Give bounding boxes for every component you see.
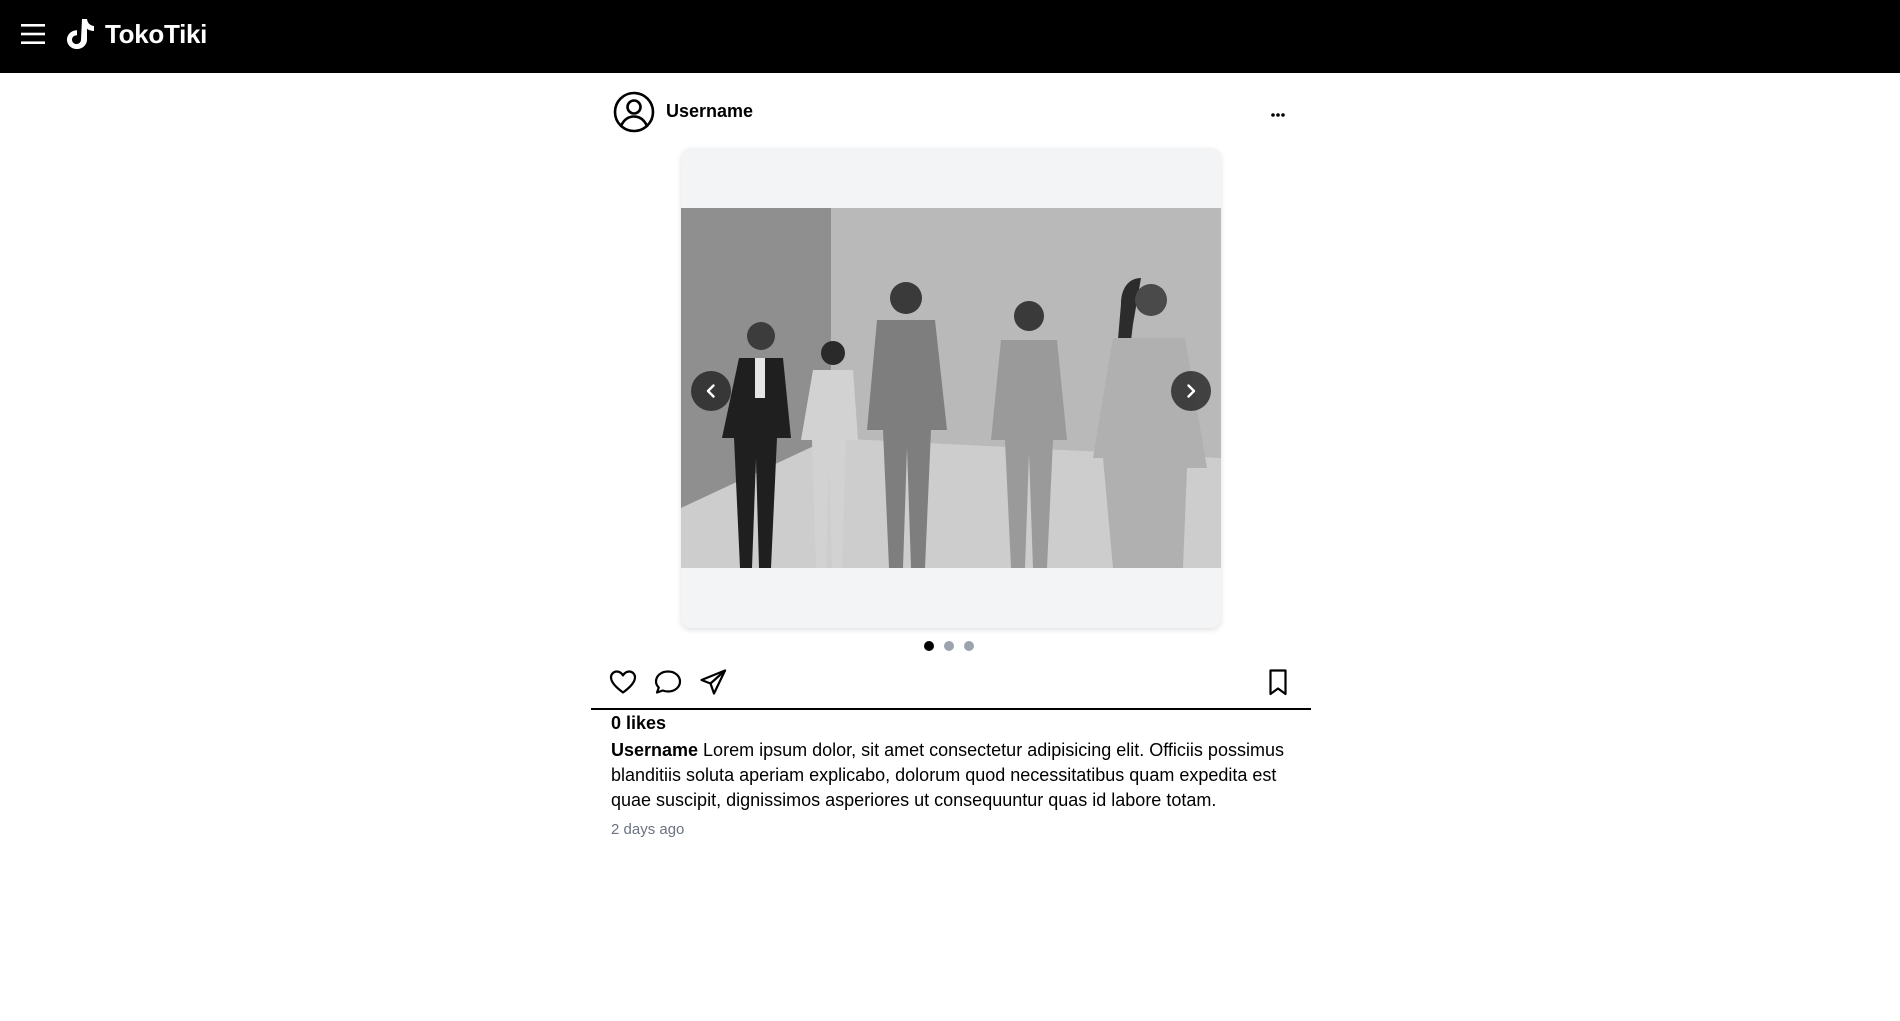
paper-plane-icon[interactable] [698, 667, 728, 697]
carousel-prev-button[interactable] [691, 371, 731, 411]
divider [591, 708, 1311, 710]
post-image [681, 208, 1221, 568]
heart-icon[interactable] [608, 667, 638, 697]
post-header: Username [591, 73, 1311, 147]
image-carousel[interactable] [681, 148, 1221, 628]
likes-count[interactable]: 0 likes [611, 713, 666, 734]
carousel-dot-3[interactable] [964, 641, 974, 651]
caption-username[interactable]: Username [611, 740, 698, 760]
post-timestamp: 2 days ago [611, 821, 685, 838]
bookmark-icon[interactable] [1263, 667, 1293, 697]
post-caption: Username Lorem ipsum dolor, sit amet con… [611, 738, 1291, 813]
carousel-indicators [924, 641, 974, 651]
comment-icon[interactable] [653, 667, 683, 697]
top-navbar: TokoTiki [0, 0, 1900, 73]
carousel-dot-1[interactable] [924, 641, 934, 651]
chevron-left-icon [706, 384, 715, 398]
more-icon[interactable] [1263, 99, 1293, 123]
app-name: TokoTiki [105, 18, 208, 49]
brand[interactable]: TokoTiki [66, 14, 207, 54]
caption-text: Lorem ipsum dolor, sit amet consectetur … [611, 740, 1284, 810]
chevron-right-icon [1187, 384, 1196, 398]
hamburger-icon[interactable] [21, 22, 45, 46]
user-circle-icon[interactable] [613, 91, 655, 133]
carousel-next-button[interactable] [1171, 371, 1211, 411]
carousel-dot-2[interactable] [944, 641, 954, 651]
post-username[interactable]: Username [666, 101, 753, 122]
tiktok-logo-icon [66, 17, 96, 51]
post-actions [591, 663, 1311, 707]
